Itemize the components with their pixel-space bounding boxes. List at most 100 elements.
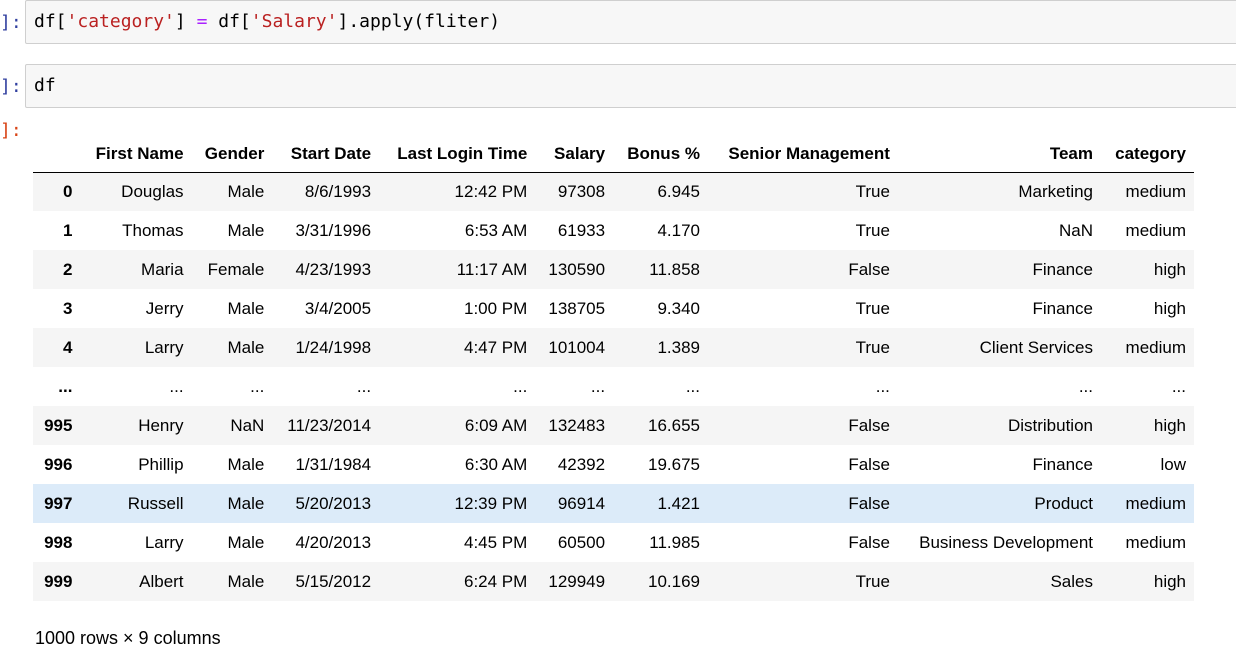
table-cell: high (1153, 298, 1186, 318)
table-row: 997 Russell Male 5/20/2013 12:39 PM 96914 1.42… (33, 484, 1194, 523)
column-header: Gender (191, 136, 273, 173)
row-index: 996 (44, 454, 73, 474)
table-cell: Male (227, 181, 265, 201)
table-cell: Male (227, 220, 265, 240)
table-cell: Thomas (122, 220, 184, 240)
table-cell: 138705 (548, 298, 606, 318)
table-row: 2 Maria Female 4/23/1993 11:17 AM 130590 11.85… (33, 250, 1194, 289)
table-cell: medium (1125, 532, 1186, 552)
table-cell: 101004 (548, 337, 606, 357)
code-token: ] (174, 11, 197, 32)
dataframe-table: First Name Gender Start Date Last Login Tim… (33, 136, 1194, 601)
code-token: ].apply(fliter) (337, 11, 501, 32)
table-cell: 132483 (548, 415, 606, 435)
table-cell: 4/23/1993 (295, 259, 372, 279)
table-cell: high (1153, 259, 1186, 279)
table-cell: 6:24 PM (463, 571, 528, 591)
column-header: Last Login Time (379, 136, 536, 173)
table-cell: Male (227, 337, 265, 357)
table-cell: 11.985 (649, 532, 700, 552)
table-cell: Larry (144, 337, 184, 357)
table-cell: 8/6/1993 (304, 181, 372, 201)
table-row: 996 Phillip Male 1/31/1984 6:30 AM 42392 19.67… (33, 445, 1194, 484)
column-header: category (1101, 136, 1194, 173)
column-header: Team (897, 136, 1101, 173)
table-cell: 60500 (557, 532, 606, 552)
table-cell: 1.421 (657, 493, 700, 513)
table-cell: False (848, 532, 890, 552)
table-cell: False (848, 415, 890, 435)
input-prompt-2: ]: (0, 76, 22, 97)
table-cell: Distribution (1007, 415, 1093, 435)
table-cell: medium (1125, 493, 1186, 513)
table-cell: Product (1034, 493, 1093, 513)
table-row: 998 Larry Male 4/20/2013 4:45 PM 60500 11.985 F… (33, 523, 1194, 562)
table-cell: 11.858 (649, 259, 700, 279)
table-cell: 16.655 (648, 415, 700, 435)
table-cell: high (1153, 571, 1186, 591)
code-token-string: 'category' (66, 11, 175, 32)
table-cell: 12:39 PM (454, 493, 528, 513)
table-cell: 96914 (557, 493, 606, 513)
table-row: 1 Thomas Male 3/31/1996 6:53 AM 61933 4.170 Tru… (33, 211, 1194, 250)
column-header: Bonus % (613, 136, 708, 173)
row-index: 2 (62, 259, 73, 279)
table-cell: 6:53 AM (464, 220, 528, 240)
table-cell: 4:45 PM (463, 532, 528, 552)
table-cell: 5/20/2013 (295, 493, 372, 513)
column-header: Start Date (272, 136, 380, 173)
table-cell: 61933 (557, 220, 606, 240)
table-row: 999 Albert Male 5/15/2012 6:24 PM 129949 10.16… (33, 562, 1194, 601)
table-cell: Russell (127, 493, 184, 513)
table-cell: 6:09 AM (464, 415, 528, 435)
code-cell-1[interactable]: df['category'] = df['Salary'].apply(flit… (25, 0, 1236, 44)
table-row: 4 Larry Male 1/24/1998 4:47 PM 101004 1.389 Tru… (33, 328, 1194, 367)
table-cell: ... (356, 376, 372, 396)
table-cell: ... (1171, 376, 1186, 396)
table-cell: Finance (1032, 298, 1093, 318)
table-cell: 11/23/2014 (287, 415, 372, 435)
row-index: 3 (62, 298, 73, 318)
index-header (33, 136, 81, 173)
table-cell: 97308 (557, 181, 606, 201)
table-row: 3 Jerry Male 3/4/2005 1:00 PM 138705 9.340 True… (33, 289, 1194, 328)
table-cell: ... (169, 376, 184, 396)
table-row: 0 Douglas Male 8/6/1993 12:42 PM 97308 6.945 Tr… (33, 172, 1194, 211)
input-prompt-1: ]: (0, 12, 22, 33)
table-cell: Client Services (979, 337, 1093, 357)
table-cell: Male (227, 571, 265, 591)
table-header-row: First Name Gender Start Date Last Login Tim… (33, 136, 1194, 173)
code-token: df[ (207, 11, 251, 32)
table-cell: 1.389 (657, 337, 700, 357)
table-cell: Male (227, 532, 265, 552)
table-cell: 4:47 PM (463, 337, 528, 357)
row-index: 995 (44, 415, 73, 435)
table-cell: medium (1125, 220, 1186, 240)
table-cell: ... (875, 376, 890, 396)
table-cell: low (1160, 454, 1186, 474)
table-cell: 42392 (557, 454, 606, 474)
table-cell: 19.675 (648, 454, 700, 474)
table-cell: 12:42 PM (454, 181, 528, 201)
code-token-operator: = (196, 11, 208, 32)
table-cell: 1/31/1984 (295, 454, 372, 474)
table-cell: Male (227, 493, 265, 513)
table-cell: Jerry (145, 298, 184, 318)
table-cell: high (1153, 415, 1186, 435)
table-cell: True (855, 220, 890, 240)
table-cell: Sales (1050, 571, 1093, 591)
table-cell: ... (1078, 376, 1093, 396)
row-index: 998 (44, 532, 73, 552)
row-index: ... (58, 376, 73, 396)
table-cell: 11:17 AM (456, 259, 528, 279)
table-cell: 6.945 (657, 181, 700, 201)
row-index: 1 (62, 220, 73, 240)
table-cell: Finance (1032, 454, 1093, 474)
table-cell: medium (1125, 181, 1186, 201)
table-cell: 6:30 AM (464, 454, 528, 474)
code-cell-2[interactable]: df (25, 64, 1236, 108)
table-cell: 4.170 (657, 220, 700, 240)
table-row: 995 Henry NaN 11/23/2014 6:09 AM 132483 16.655… (33, 406, 1194, 445)
table-cell: ... (590, 376, 606, 396)
table-cell: Albert (139, 571, 184, 591)
